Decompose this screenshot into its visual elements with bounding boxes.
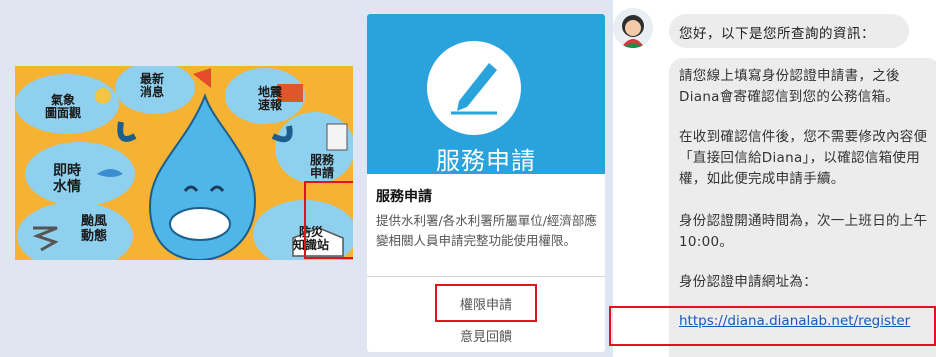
hero-icon-circle (427, 41, 521, 135)
avatar-icon (613, 8, 653, 48)
water-level-label[interactable]: 即時 水情 (53, 163, 81, 195)
card-heading: 服務申請 (376, 189, 432, 205)
card-description: 提供水利署/各水利署所屬單位/經濟部應變相關人員申請完整功能使用權限。 (376, 213, 597, 248)
earthquake-label[interactable]: 地震 速報 (258, 86, 282, 112)
message-paragraph-1: 請您線上填寫身份認證申請書，之後Diana會寄確認信到您的公務信箱。 (679, 68, 900, 105)
service-label[interactable]: 服務 申請 (310, 154, 334, 180)
message-paragraph-4: 身份認證申請網址為： (679, 274, 817, 290)
typhoon-label[interactable]: 颱風 動態 (81, 214, 107, 244)
link-highlight-box (609, 306, 936, 346)
card-hero: 服務申請 (367, 14, 605, 175)
message-paragraph-2: 在收到確認信件後，您不需要修改內容便「直接回信給Diana」，以確認信箱使用權，… (679, 129, 928, 187)
divider (367, 276, 605, 277)
weather-label[interactable]: 氣象 圖面觀 (45, 94, 81, 120)
service-card: 服務申請 服務申請 提供水利署/各水利署所屬單位/經濟部應變相關人員申請完整功能… (367, 14, 605, 352)
hero-title: 服務申請 (436, 147, 536, 175)
chat-panel: 您好，以下是您所查詢的資訊： 請您線上填寫身份認證申請書，之後Diana會寄確認… (613, 0, 936, 357)
service-highlight-box (304, 181, 353, 259)
feedback-button[interactable]: 意見回饋 (367, 326, 605, 345)
permission-highlight-box (435, 284, 537, 322)
illustration-panel: 氣象 圖面觀 最新 消息 地震 速報 即時 水情 服務 申請 颱風 動態 防災 … (15, 66, 353, 260)
message-paragraph-3: 身份認證開通時間為，次一上班日的上午10:00。 (679, 213, 928, 250)
greeting-bubble: 您好，以下是您所查詢的資訊： (669, 14, 909, 48)
greeting-text: 您好，以下是您所查詢的資訊： (679, 26, 875, 42)
avatar (613, 8, 653, 48)
news-label[interactable]: 最新 消息 (140, 73, 164, 99)
pen-icon (451, 63, 497, 115)
